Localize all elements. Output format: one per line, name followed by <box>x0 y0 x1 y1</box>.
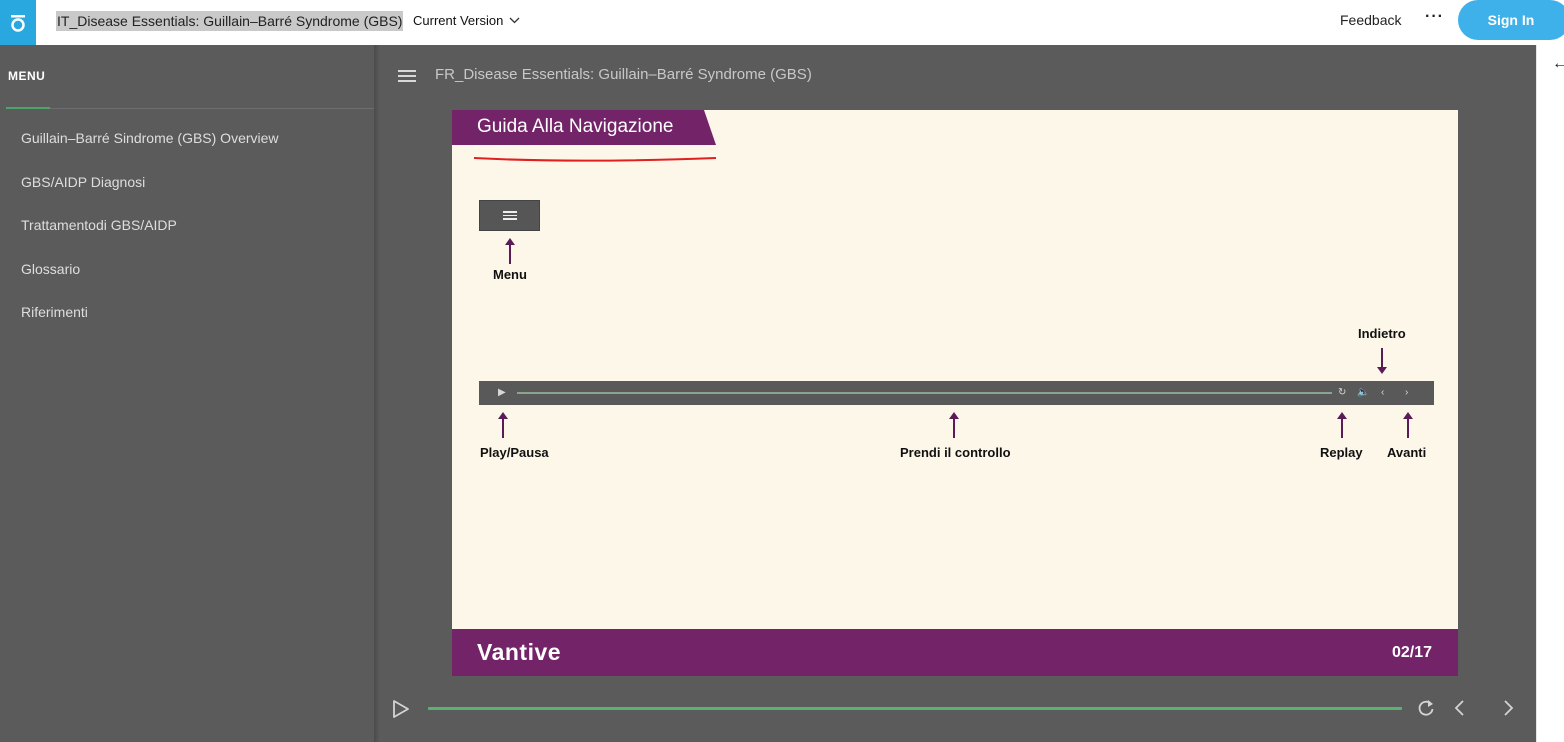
version-dropdown[interactable]: Current Version <box>413 13 520 28</box>
sidebar-item-diagnosi[interactable]: GBS/AIDP Diagnosi <box>21 174 145 190</box>
more-options-button[interactable]: ··· <box>1425 8 1444 26</box>
demo-player-controls: ▶ ↻ 🔈 ‹ › <box>479 381 1434 405</box>
top-bar: IT_Disease Essentials: Guillain–Barré Sy… <box>0 0 1564 45</box>
replay-icon[interactable] <box>1416 697 1436 719</box>
chevron-right-icon: › <box>1405 387 1409 398</box>
right-panel <box>1536 45 1564 742</box>
slide-page-number: 02/17 <box>1391 644 1432 661</box>
sidebar-item-trattamento[interactable]: Trattamentodi GBS/AIDP <box>21 217 177 233</box>
arrow-left-icon[interactable]: ← <box>1552 55 1564 73</box>
play-icon[interactable] <box>392 699 410 719</box>
arrow-down-icon <box>1377 348 1387 374</box>
slide-heading: Guida Alla Navigazione <box>477 116 674 137</box>
label-play-pausa: Play/Pausa <box>480 445 549 460</box>
replay-icon: ↻ <box>1338 387 1347 398</box>
sidebar-item-riferimenti[interactable]: Riferimenti <box>21 304 88 320</box>
play-icon: ▶ <box>498 387 506 398</box>
sidebar-item-glossario[interactable]: Glossario <box>21 261 80 277</box>
menu-heading: MENU <box>8 69 46 83</box>
label-prendi-controllo: Prendi il controllo <box>900 445 1011 460</box>
menu-active-indicator <box>6 107 50 109</box>
arrow-up-icon <box>949 412 959 438</box>
sign-in-button[interactable]: Sign In <box>1458 0 1564 40</box>
sidebar-item-gbs-overview[interactable]: Guillain–Barré Sindrome (GBS) Overview <box>21 130 279 146</box>
slide-footer: Vantive 02/17 <box>452 629 1458 676</box>
label-menu: Menu <box>493 267 527 282</box>
chevron-left-icon[interactable] <box>1452 697 1468 719</box>
menu-button-demo <box>479 200 540 231</box>
arrow-up-icon <box>1403 412 1413 438</box>
panel-shadow <box>374 45 380 742</box>
arrow-up-icon <box>1337 412 1347 438</box>
feedback-link[interactable]: Feedback <box>1340 12 1401 28</box>
progress-bar[interactable] <box>428 707 1402 710</box>
arrow-up-icon <box>498 412 508 438</box>
document-title: IT_Disease Essentials: Guillain–Barré Sy… <box>56 11 404 31</box>
brand-logo: Vantive <box>477 639 562 665</box>
app-logo-icon[interactable] <box>0 0 36 45</box>
label-indietro: Indietro <box>1358 326 1406 341</box>
label-replay: Replay <box>1320 445 1363 460</box>
hamburger-icon[interactable] <box>398 70 416 84</box>
demo-progress-track <box>517 392 1332 394</box>
label-avanti: Avanti <box>1387 445 1427 460</box>
menu-divider <box>6 108 374 109</box>
version-label: Current Version <box>413 13 504 28</box>
chevron-down-icon <box>509 17 520 24</box>
chevron-right-icon[interactable] <box>1500 697 1516 719</box>
player-title: FR_Disease Essentials: Guillain–Barré Sy… <box>435 66 812 83</box>
arrow-up-icon <box>505 238 515 264</box>
slide-canvas: Guida Alla Navigazione Menu Indietro ▶ ↻… <box>452 110 1458 676</box>
volume-icon: 🔈 <box>1357 387 1370 398</box>
sidebar-menu: MENU Guillain–Barré Sindrome (GBS) Overv… <box>0 45 374 742</box>
red-underline-annotation <box>473 157 717 162</box>
chevron-left-icon: ‹ <box>1381 387 1385 398</box>
